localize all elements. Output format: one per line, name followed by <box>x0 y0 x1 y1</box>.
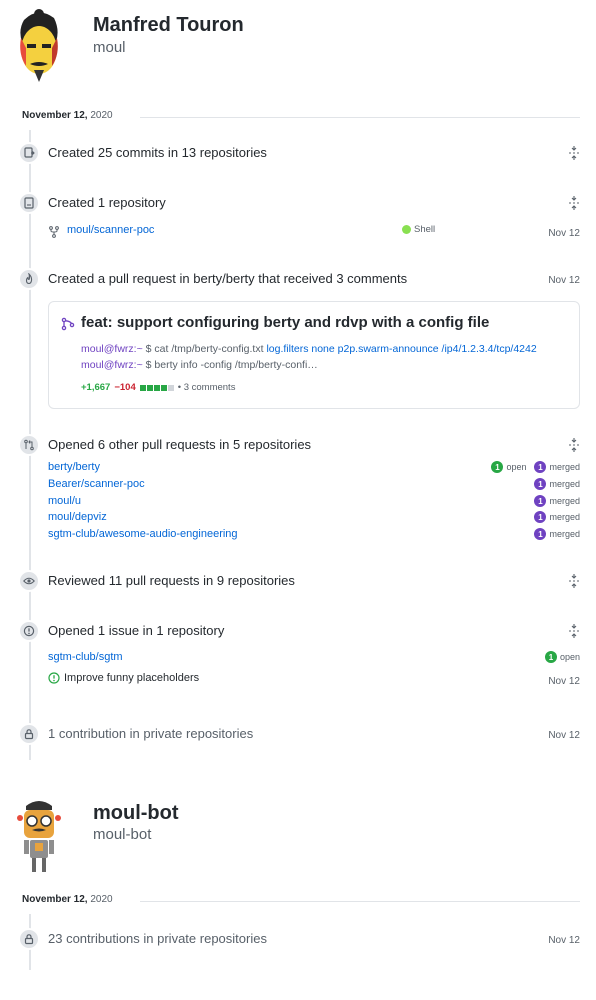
repo-link[interactable]: moul/depviz <box>48 511 107 523</box>
comments-count: • 3 comments <box>177 382 236 393</box>
profile-name[interactable]: moul-bot <box>93 802 179 825</box>
activity-title: Opened 1 issue in 1 repository <box>48 623 225 638</box>
issue-title[interactable]: Improve funny placeholders <box>64 672 199 684</box>
lock-icon <box>18 723 40 745</box>
repo-link[interactable]: sgtm-club/awesome-audio-engineering <box>48 528 238 540</box>
activity-private-contributions: 1 contribution in private repositories N… <box>18 723 580 747</box>
avatar[interactable] <box>8 796 70 876</box>
merged-count: 1 merged <box>534 511 580 523</box>
divider <box>140 901 580 902</box>
repo-link[interactable]: sgtm-club/sgtm <box>48 651 123 663</box>
activity-reviews: Reviewed 11 pull requests in 9 repositor… <box>18 570 580 594</box>
repo-forked-icon <box>48 225 60 238</box>
issue-opened-icon <box>18 620 40 642</box>
date-separator: November 12, 2020 <box>22 894 580 908</box>
language-indicator: Shell <box>402 224 435 235</box>
merged-count: 1 merged <box>534 461 580 473</box>
fold-icon[interactable] <box>568 196 580 210</box>
activity-pull-request: Created a pull request in berty/berty th… <box>18 268 580 412</box>
pull-request-card[interactable]: feat: support configuring berty and rdvp… <box>48 301 580 409</box>
fold-icon[interactable] <box>568 574 580 588</box>
fold-icon[interactable] <box>568 624 580 638</box>
profile-login[interactable]: moul <box>93 39 126 56</box>
activity-commits: Created 25 commits in 13 repositories <box>18 142 580 166</box>
eye-icon <box>18 570 40 592</box>
merged-count: 1 merged <box>534 528 580 540</box>
issue-stats: 1 open <box>544 651 580 663</box>
language-color-dot <box>402 225 411 234</box>
date-label: November 12, 2020 <box>22 110 113 121</box>
deletions-count: −104 <box>114 382 136 393</box>
list-item: berty/berty 1 open 1 merged <box>48 461 580 477</box>
divider <box>140 117 580 118</box>
issue-link-row: Improve funny placeholders <box>48 672 199 684</box>
repo-icon <box>18 192 40 214</box>
list-item: sgtm-club/awesome-audio-engineering 1 mer… <box>48 528 580 544</box>
list-item: moul/u 1 merged <box>48 495 580 511</box>
activity-date: Nov 12 <box>548 676 580 687</box>
language-label: Shell <box>414 224 436 235</box>
pr-stats: 1 merged <box>534 478 580 490</box>
additions-count: +1,667 <box>81 382 111 393</box>
pull-request-body-line: moul@fwrz:~ $ berty info -config /tmp/be… <box>81 359 318 371</box>
list-item: sgtm-club/sgtm 1 open <box>48 651 580 667</box>
merged-count: 1 merged <box>534 478 580 490</box>
body-link[interactable]: log.filters none p2p.swarm-announce /ip4… <box>266 343 536 355</box>
avatar[interactable] <box>8 8 70 88</box>
list-item: Bearer/scanner-poc 1 merged <box>48 478 580 494</box>
activity-date: Nov 12 <box>548 228 580 239</box>
activity-private-contributions: 23 contributions in private repositories… <box>18 928 580 952</box>
activity-created-repo: Created 1 repository moul/scanner-poc Sh… <box>18 192 580 242</box>
pr-stats: 1 merged <box>534 495 580 507</box>
open-count: 1 open <box>491 461 526 473</box>
activity-date: Nov 12 <box>548 935 580 946</box>
activity-title: 23 contributions in private repositories <box>48 931 267 946</box>
pr-stats: 1 merged <box>534 528 580 540</box>
merged-count: 1 merged <box>534 495 580 507</box>
diff-stats: +1,667 −104 • 3 comments <box>81 382 235 393</box>
profile-header-moul: Manfred Touron moul <box>8 8 588 98</box>
activity-other-pull-requests: Opened 6 other pull requests in 5 reposi… <box>18 434 580 546</box>
activity-title: Reviewed 11 pull requests in 9 repositor… <box>48 573 295 588</box>
pr-stats: 1 merged <box>534 511 580 523</box>
fold-icon[interactable] <box>568 438 580 452</box>
lock-icon <box>18 928 40 950</box>
date-label: November 12, 2020 <box>22 894 113 905</box>
activity-date: Nov 12 <box>548 730 580 741</box>
pull-request-title[interactable]: feat: support configuring berty and rdvp… <box>81 314 489 331</box>
profile-header-moul-bot: moul-bot moul-bot <box>8 796 588 886</box>
activity-title: Opened 6 other pull requests in 5 reposi… <box>48 437 312 452</box>
profile-name[interactable]: Manfred Touron <box>93 14 244 37</box>
flame-icon <box>18 268 40 290</box>
git-pull-request-icon <box>61 317 75 331</box>
activity-opened-issue: Opened 1 issue in 1 repository sgtm-club… <box>18 620 580 690</box>
diff-bars <box>139 384 174 391</box>
repo-link[interactable]: berty/berty <box>48 461 100 473</box>
repo-link[interactable]: Bearer/scanner-poc <box>48 478 145 490</box>
profile-login[interactable]: moul-bot <box>93 826 151 843</box>
fold-icon[interactable] <box>568 146 580 160</box>
list-item: moul/depviz 1 merged <box>48 511 580 527</box>
activity-title: 1 contribution in private repositories <box>48 726 254 741</box>
pull-request-body-line: moul@fwrz:~ $ cat /tmp/berty-config.txt … <box>81 343 537 355</box>
pr-stats: 1 open 1 merged <box>491 461 580 473</box>
issue-opened-icon <box>48 672 60 684</box>
activity-title: Created 1 repository <box>48 195 166 210</box>
activity-title: Created a pull request in berty/berty th… <box>48 271 408 286</box>
git-compare-icon <box>18 434 40 456</box>
repo-push-icon <box>18 142 40 164</box>
open-count: 1 open <box>544 651 580 663</box>
date-separator: November 12, 2020 <box>22 110 580 124</box>
activity-title: Created 25 commits in 13 repositories <box>48 145 267 160</box>
activity-date: Nov 12 <box>548 275 580 286</box>
repo-link[interactable]: moul/u <box>48 495 81 507</box>
repo-link[interactable]: moul/scanner-poc <box>67 224 154 236</box>
